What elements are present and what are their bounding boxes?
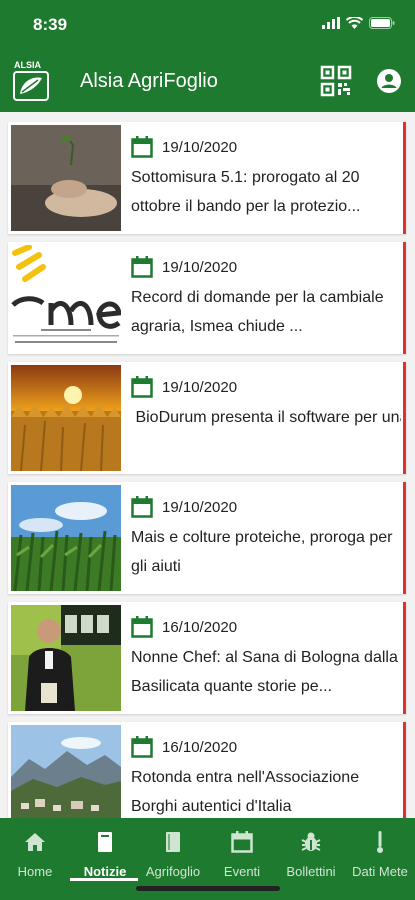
bug-icon <box>301 832 321 851</box>
app-header: ALSIA Alsia AgriFoglio <box>0 52 415 112</box>
news-date-row: 19/10/2020 <box>131 495 237 519</box>
active-tab-indicator <box>70 878 138 881</box>
home-indicator <box>136 886 280 891</box>
app-title: Alsia AgriFoglio <box>80 70 218 92</box>
news-thumbnail <box>11 365 121 471</box>
qr-code-icon[interactable] <box>320 65 352 97</box>
news-card[interactable]: 16/10/2020 Rotonda entra nell'Associazio… <box>8 722 406 818</box>
news-date: 19/10/2020 <box>162 138 238 156</box>
thermometer-icon <box>377 831 383 853</box>
home-icon <box>25 833 45 851</box>
news-card[interactable]: 19/10/2020 Mais e colture proteiche, pro… <box>8 482 406 594</box>
nav-bollettini[interactable]: Bollettini <box>276 830 346 890</box>
nav-home[interactable]: Home <box>0 830 70 890</box>
news-title: Mais e colture proteiche, proroga per gl… <box>131 529 393 575</box>
news-thumbnail <box>11 485 121 591</box>
news-date-row: 16/10/2020 <box>131 615 237 639</box>
news-thumbnail <box>11 605 121 711</box>
nav-label: Bollettini <box>286 864 336 879</box>
wifi-icon <box>346 17 363 29</box>
nav-eventi[interactable]: Eventi <box>207 830 277 890</box>
news-title: BioDurum presenta il software per una ge… <box>135 409 401 426</box>
calendar-icon <box>131 256 153 278</box>
news-date-row: 19/10/2020 <box>131 375 237 399</box>
nav-notizie[interactable]: Notizie <box>70 830 140 890</box>
news-card[interactable]: 16/10/2020 Nonne Chef: al Sana di Bologn… <box>8 602 406 714</box>
news-date: 16/10/2020 <box>162 618 238 636</box>
account-icon[interactable] <box>375 67 403 95</box>
signal-icon <box>322 17 340 29</box>
news-card[interactable]: 19/10/2020 BioDurum presenta il software… <box>8 362 406 474</box>
nav-label: Eventi <box>223 864 261 879</box>
svg-text:ALSIA: ALSIA <box>14 60 42 70</box>
nav-label: Dati Mete <box>352 864 408 879</box>
news-title: Nonne Chef: al Sana di Bologna dalla Bas… <box>131 649 398 695</box>
news-date: 19/10/2020 <box>162 498 238 516</box>
nav-dati-meteo[interactable]: Dati Mete <box>345 830 415 890</box>
calendar-icon <box>231 831 253 853</box>
book-icon <box>166 832 180 852</box>
news-thumbnail <box>11 245 121 351</box>
news-card[interactable]: 19/10/2020 Sottomisura 5.1: prorogato al… <box>8 122 406 234</box>
news-date-row: 19/10/2020 <box>131 255 237 279</box>
status-icons <box>322 17 395 29</box>
news-date-row: 19/10/2020 <box>131 135 237 159</box>
news-thumbnail <box>11 725 121 818</box>
calendar-icon <box>131 616 153 638</box>
news-title: Sottomisura 5.1: prorogato al 20 ottobre… <box>131 169 361 215</box>
calendar-icon <box>131 376 153 398</box>
nav-label: Home <box>17 864 53 879</box>
calendar-icon <box>131 496 153 518</box>
news-date: 19/10/2020 <box>162 378 238 396</box>
news-list: 19/10/2020 Sottomisura 5.1: prorogato al… <box>0 112 415 818</box>
nav-label: Notizie <box>83 864 127 879</box>
calendar-icon <box>131 736 153 758</box>
news-date: 19/10/2020 <box>162 258 238 276</box>
calendar-icon <box>131 136 153 158</box>
news-card[interactable]: 19/10/2020 Record di domande per la camb… <box>8 242 406 354</box>
news-date: 16/10/2020 <box>162 738 238 756</box>
news-title: Rotonda entra nell'Associazione Borghi a… <box>131 769 360 815</box>
nav-label: Agrifoglio <box>145 864 201 879</box>
status-time: 8:39 <box>33 15 68 34</box>
battery-icon <box>369 17 395 29</box>
news-date-row: 16/10/2020 <box>131 735 237 759</box>
status-bar: 8:39 <box>0 0 415 52</box>
news-icon <box>98 832 112 852</box>
news-title: Record di domande per la cambiale agrari… <box>131 289 384 335</box>
news-thumbnail <box>11 125 121 231</box>
alsia-logo: ALSIA <box>13 60 49 101</box>
nav-agrifoglio[interactable]: Agrifoglio <box>138 830 208 890</box>
